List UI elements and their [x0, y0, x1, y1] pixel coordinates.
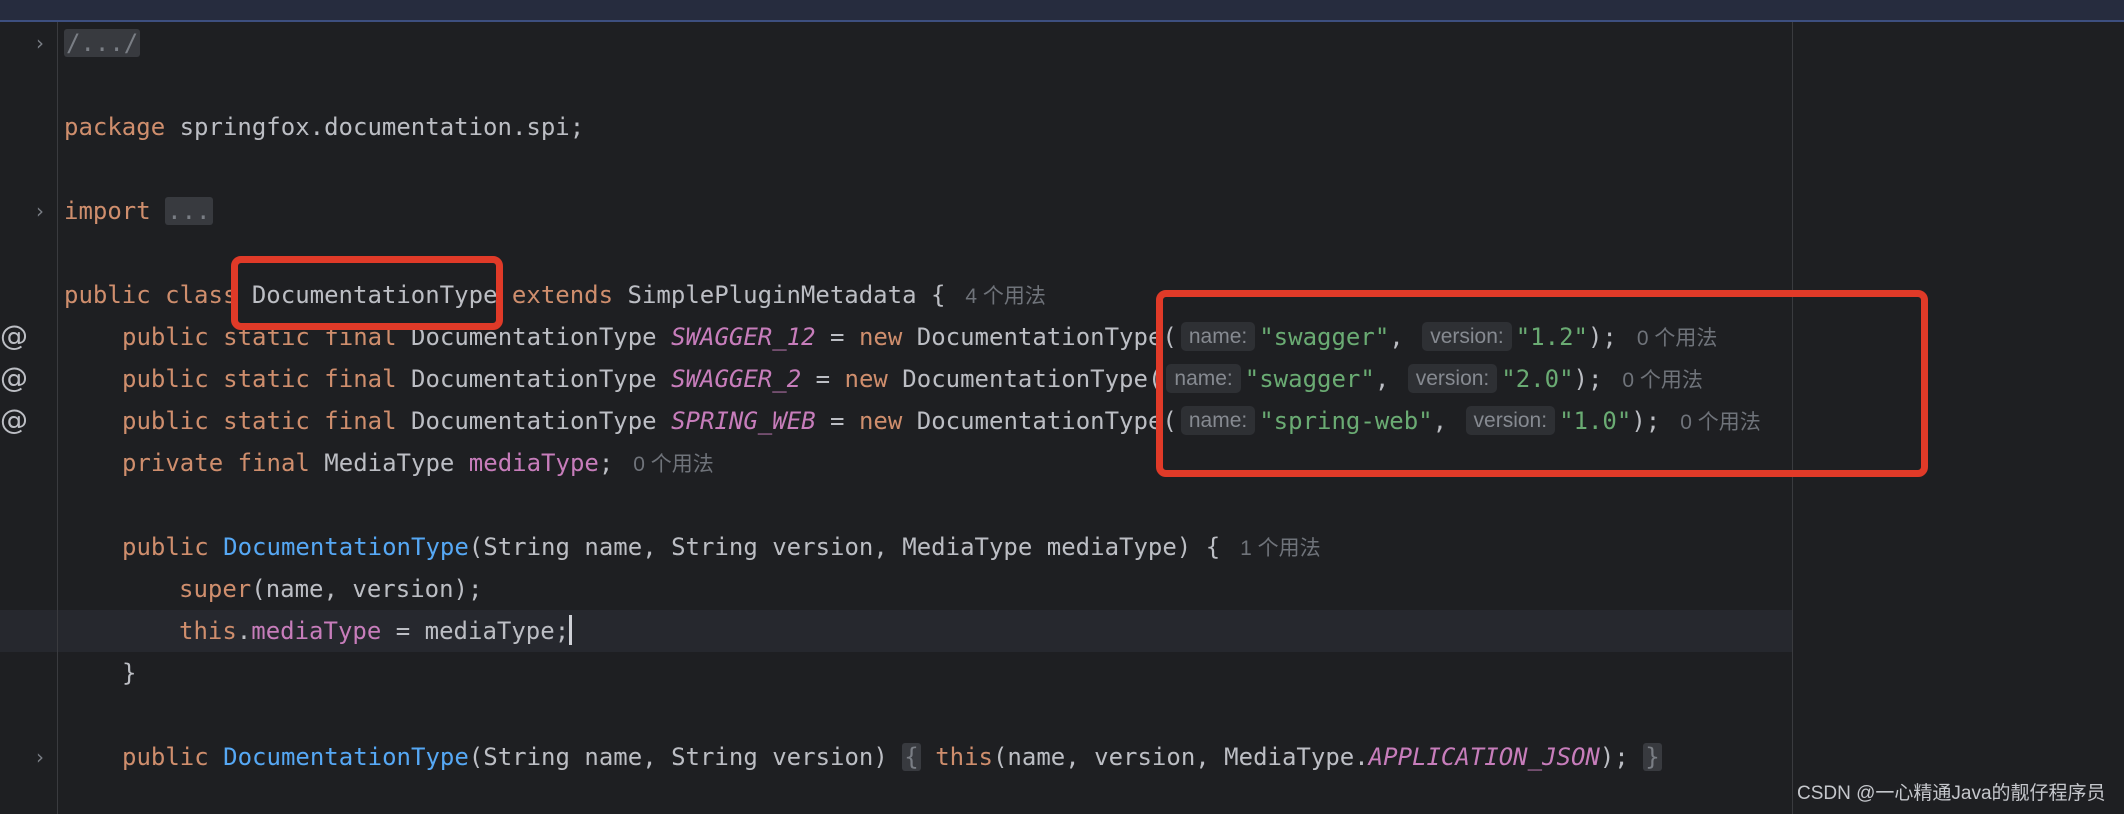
constructor-name: DocumentationType [208, 743, 469, 771]
package-name: springfox.documentation.spi; [165, 113, 585, 141]
usage-hint[interactable]: 1 个用法 [1240, 537, 1321, 560]
editor-top-bar [0, 0, 2124, 22]
assignment: = mediaType; [381, 617, 570, 645]
keyword: public static final [122, 365, 397, 393]
parameter-list: (String name, String version, MediaType … [468, 533, 1221, 561]
code-line-import[interactable]: import ... [64, 191, 213, 231]
operator: = [815, 407, 859, 435]
text-caret [569, 615, 573, 645]
keyword: super [179, 575, 252, 603]
brace: } [122, 659, 137, 687]
keyword: public [122, 743, 209, 771]
folded-header[interactable]: /.../ [64, 29, 141, 57]
constant-name: SPRING_WEB [671, 407, 816, 435]
fold-chevron-right-icon[interactable]: › [36, 33, 56, 53]
statement-end: ; [598, 449, 614, 477]
code-line-class-decl[interactable]: public class DocumentationType extends S… [64, 275, 1046, 315]
code-line-media-type-field[interactable]: private final MediaType mediaType; 0 个用法 [122, 443, 714, 483]
usage-hint[interactable]: 4 个用法 [965, 285, 1046, 308]
operator: = [815, 323, 859, 351]
constant-name: SWAGGER_2 [671, 365, 802, 393]
usage-hint[interactable]: 0 个用法 [633, 453, 714, 476]
code-line-close-brace[interactable]: } [122, 653, 136, 693]
keyword: public [122, 533, 209, 561]
constant-name: APPLICATION_JSON [1368, 743, 1600, 771]
folded-body-open[interactable]: { [902, 743, 921, 771]
fold-chevron-right-icon[interactable]: › [36, 201, 56, 221]
type-name: MediaType [309, 449, 469, 477]
watermark: CSDN @一心精通Java的靓仔程序员 [1797, 783, 2106, 804]
dot: . [236, 617, 252, 645]
code-line-header[interactable]: /.../ [64, 23, 141, 63]
code-line-assignment[interactable]: this.mediaType = mediaType; [179, 611, 573, 651]
constructor-call: DocumentationType( [902, 407, 1177, 435]
at-icon[interactable]: @ [0, 363, 28, 393]
annotation-box-class-name [231, 256, 503, 330]
code-line-super-call[interactable]: super(name, version); [179, 569, 482, 609]
code-line-package[interactable]: package springfox.documentation.spi; [64, 107, 584, 147]
keyword-new: new [844, 365, 888, 393]
keyword: private final [122, 449, 310, 477]
type-name: DocumentationType [396, 365, 672, 393]
constructor-call: DocumentationType( [887, 365, 1163, 393]
parameter-list: (String name, String version) [468, 743, 903, 771]
call-args: (name, version); [251, 575, 483, 603]
keyword: extends [497, 281, 614, 309]
keyword: import [64, 197, 151, 225]
annotation-box-constants [1156, 290, 1928, 477]
constructor-name: DocumentationType [208, 533, 469, 561]
keyword: public static final [122, 407, 397, 435]
gutter-divider [57, 22, 58, 814]
fold-chevron-right-icon[interactable]: › [36, 747, 56, 767]
base-class: SimplePluginMetadata { [613, 281, 946, 309]
operator: = [801, 365, 845, 393]
keyword-new: new [858, 407, 903, 435]
keyword: this [935, 743, 993, 771]
statement-end: ); [1599, 743, 1629, 771]
type-name: DocumentationType [396, 407, 672, 435]
at-icon[interactable]: @ [0, 405, 28, 435]
folded-body-close[interactable]: } [1643, 743, 1662, 771]
folded-imports[interactable]: ... [165, 197, 213, 225]
code-line-constructor[interactable]: public DocumentationType(String name, St… [122, 527, 1321, 567]
keyword: package [64, 113, 166, 141]
constant-name: SWAGGER_12 [671, 323, 816, 351]
constructor-call: DocumentationType( [902, 323, 1177, 351]
code-line-constructor-2[interactable]: public DocumentationType(String name, St… [122, 737, 1662, 777]
keyword: public class [64, 281, 252, 309]
keyword: this [179, 617, 237, 645]
field-name: mediaType [468, 449, 599, 477]
at-icon[interactable]: @ [0, 321, 28, 351]
keyword-new: new [858, 323, 903, 351]
call-args: (name, version, MediaType. [992, 743, 1369, 771]
field-name: mediaType [251, 617, 382, 645]
